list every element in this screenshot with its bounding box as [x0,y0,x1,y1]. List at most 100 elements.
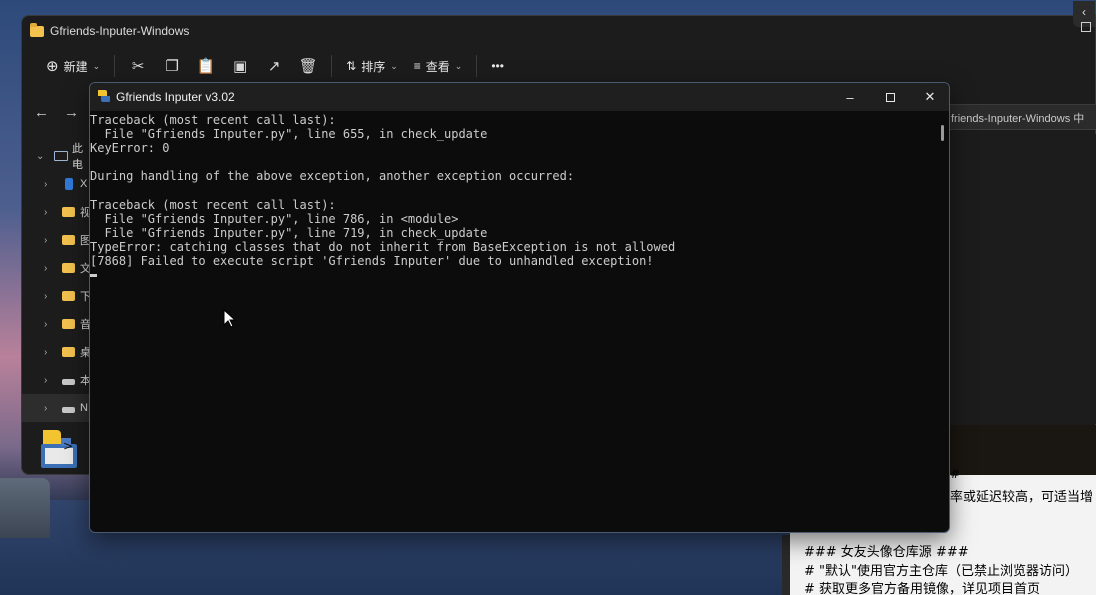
back-arrow-icon[interactable]: ← [34,104,49,121]
console-line: File "Gfriends Inputer.py", line 655, in… [90,127,488,142]
mouse-pointer-icon [223,309,237,328]
svg-text:>: > [63,439,73,453]
folder-icon [30,22,44,37]
console-line: Traceback (most recent call last): [90,113,336,127]
cut-icon[interactable]: ✂ [125,53,151,79]
minimize-button[interactable]: – [830,83,870,111]
paste-icon[interactable]: 📋 [193,53,219,79]
explorer-title-bar[interactable]: Gfriends-Inputer-Windows [30,20,189,42]
console-title: Gfriends Inputer v3.02 [116,90,235,104]
console-output[interactable]: Traceback (most recent call last): File … [90,113,940,532]
console-line: File "Gfriends Inputer.py", line 786, in… [90,211,459,226]
console-title-bar[interactable]: Gfriends Inputer v3.02 – ✕ [90,83,949,111]
tree-item[interactable]: › 下 [22,282,91,310]
editor-text-line: # 获取更多官方备用镜像，详见项目首页 [804,582,1041,595]
console-line: File "Gfriends Inputer.py", line 719, in… [90,225,488,240]
minimize-icon: – [846,89,854,105]
tree-item[interactable]: › 视 [22,198,91,226]
address-bar[interactable]: friends-Inputer-Windows 中 [942,104,1096,130]
tree-item-selected[interactable]: › N [22,394,90,422]
folder-icon [62,347,75,357]
close-button[interactable]: ✕ [910,83,949,111]
sort-icon: ⇅ [346,59,357,73]
folder-icon [62,263,75,273]
tree-item-label: 此电 [72,143,83,171]
drive-icon [62,379,75,385]
drive-icon [62,407,75,413]
console-line: ​ [90,155,940,169]
toolbar-divider [114,55,116,77]
chevron-down-icon[interactable]: ⌄ [36,151,44,162]
python-icon [98,90,110,102]
folder-icon [62,207,75,217]
chevron-right-icon[interactable]: › [44,403,47,414]
plus-circle-icon: ⊕ [46,58,59,75]
window-edge [782,535,790,595]
scrollbar[interactable] [941,125,944,141]
tree-item-label: X [80,178,88,190]
text-cursor [90,274,97,278]
chevron-right-icon[interactable]: › [44,319,47,330]
view-button[interactable]: ≡ 查看 ⌄ [406,52,471,80]
chevron-down-icon: ⌄ [454,60,463,71]
chevron-right-icon[interactable]: › [44,263,47,274]
maximize-icon [885,92,895,102]
chevron-right-icon[interactable]: › [44,347,47,358]
sort-button-label: 排序 [361,59,386,74]
maximize-icon[interactable] [1081,22,1091,32]
console-window: Gfriends Inputer v3.02 – ✕ Traceback (mo… [89,82,950,533]
chevron-right-icon[interactable]: › [44,207,47,218]
console-line: TypeError: catching classes that do not … [90,239,676,254]
tree-item[interactable]: › X [22,170,90,198]
delete-icon[interactable]: 🗑 [295,53,321,79]
chevron-right-icon[interactable]: › [44,179,47,190]
file-list-pane [942,134,1096,424]
chevron-down-icon: ⌄ [92,60,101,71]
new-button-label: 新建 [63,59,88,74]
maximize-button[interactable] [870,83,910,111]
chevron-right-icon[interactable]: › [44,291,47,302]
python-app-icon[interactable]: > [37,426,81,470]
explorer-title: Gfriends-Inputer-Windows [50,24,190,38]
navigation-tree: ⌄ 此电 › X › 视 › 图 › 文 › 下 › 音 › 桌 › 本 › N [22,142,91,422]
more-options-button[interactable]: ••• [483,52,512,80]
more-icon: ••• [491,59,504,73]
tree-item-this-pc[interactable]: ⌄ 此电 [22,142,90,171]
rename-icon[interactable]: ▣ [227,53,253,79]
console-line: During handling of the above exception, … [90,169,575,184]
tree-item-label: N [80,402,88,414]
pc-icon [54,151,68,161]
console-line: [7868] Failed to execute script 'Gfriend… [90,253,654,268]
close-icon: ✕ [924,89,936,104]
forward-arrow-icon[interactable]: → [64,104,79,121]
explorer-toolbar: ⊕ 新建 ⌄ ✂ ❐ 📋 ▣ ↗ 🗑 ⇅ 排序 ⌄ ≡ 查看 ⌄ ••• [22,50,1095,82]
console-line: ​ [90,183,940,197]
share-icon[interactable]: ↗ [261,53,287,79]
chevron-down-icon: ⌄ [390,60,398,71]
editor-text-line: # [950,467,961,481]
tree-item[interactable]: › 文 [22,254,91,282]
console-line: Traceback (most recent call last): [90,197,336,212]
phone-icon [65,178,73,190]
tree-item[interactable]: › 图 [22,226,91,254]
sort-button[interactable]: ⇅ 排序 ⌄ [338,52,406,80]
chevron-right-icon[interactable]: › [44,235,47,246]
tree-item[interactable]: › 桌 [22,338,91,366]
tree-item[interactable]: › 音 [22,310,91,338]
editor-text-line: 率或延迟较高，可适当增 [950,490,1094,505]
toolbar-divider [331,55,333,77]
view-button-label: 查看 [425,59,450,74]
toolbar-divider [476,55,478,77]
folder-icon [62,235,75,245]
editor-text-line: ### 女友头像仓库源 ### [804,545,969,560]
file-preview-area [950,425,1096,475]
chevron-right-icon[interactable]: › [44,375,47,386]
copy-icon[interactable]: ❐ [159,53,185,79]
folder-icon [62,291,75,301]
new-button[interactable]: ⊕ 新建 ⌄ [38,52,108,80]
editor-text-line: # "默认"使用官方主仓库（已禁止浏览器访问） [804,564,1078,579]
tree-item[interactable]: › 本 [22,366,91,394]
wallpaper-island [0,478,50,538]
console-line: KeyError: 0 [90,141,170,156]
view-icon: ≡ [413,59,421,73]
